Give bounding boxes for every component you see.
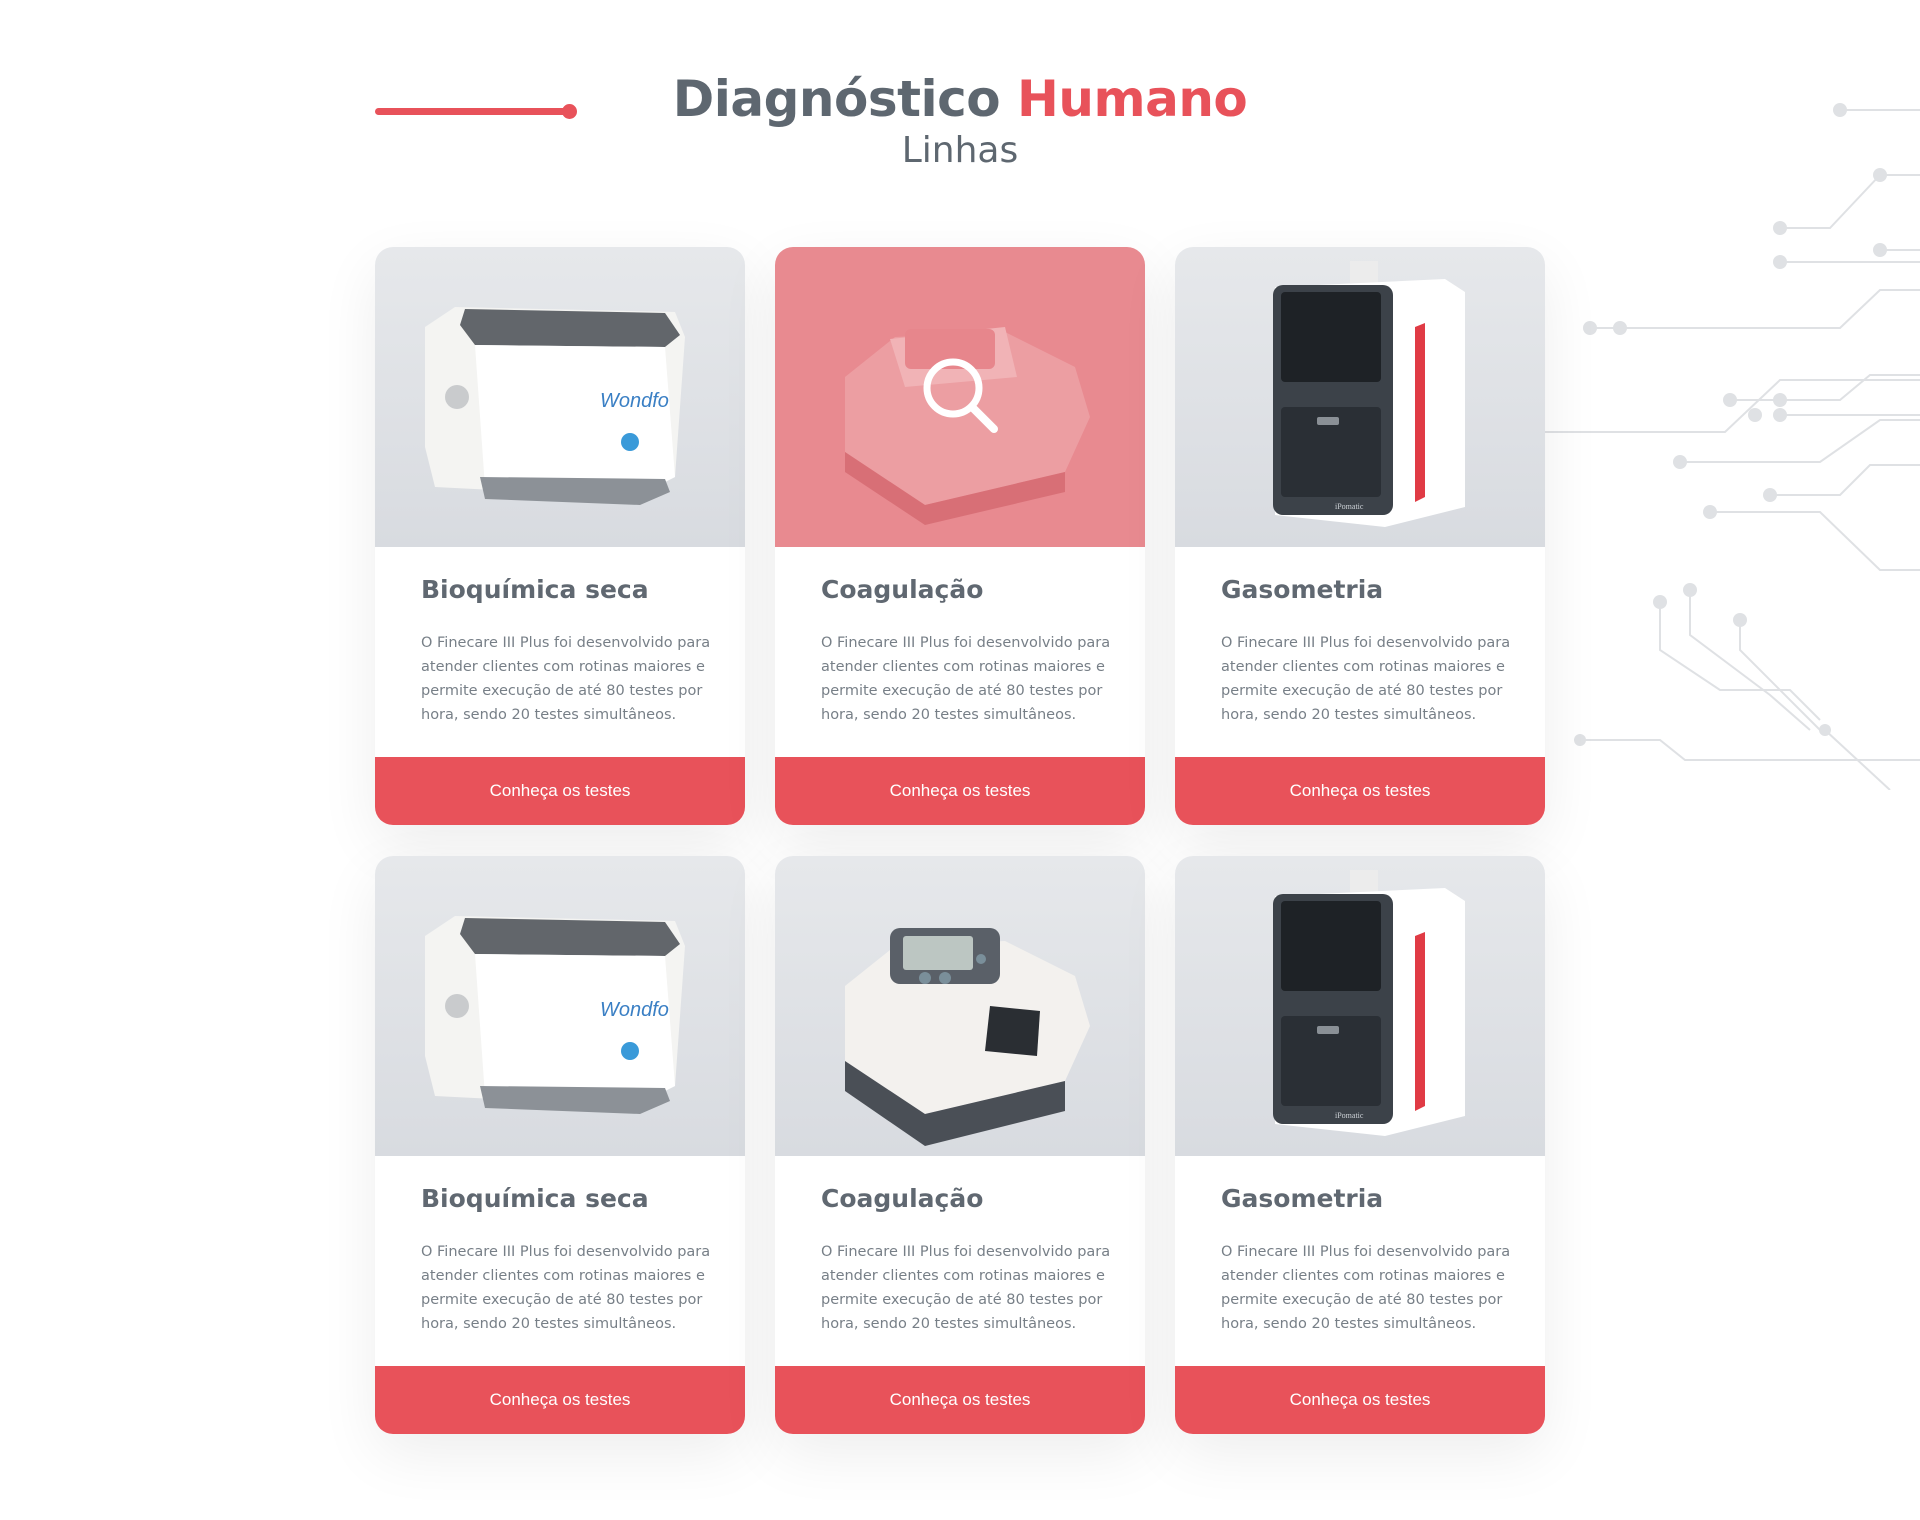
product-description: O Finecare III Plus foi desenvolvido par…: [821, 635, 1111, 723]
product-name: Coagulação: [821, 1184, 984, 1213]
product-card[interactable]: iPomatic Gasometria O Finecare III Plus …: [1175, 247, 1545, 825]
product-card[interactable]: Coagulação O Finecare III Plus foi desen…: [775, 247, 1145, 825]
product-image[interactable]: [775, 247, 1145, 547]
product-image[interactable]: [775, 856, 1145, 1156]
brand-logo: Wondfo: [600, 999, 669, 1021]
wondfo-analyzer-illustration: Wondfo: [425, 307, 685, 505]
product-card[interactable]: Wondfo Bioquímica seca O Finecare III Pl…: [375, 856, 745, 1434]
learn-tests-button[interactable]: Conheça os testes: [775, 757, 1145, 825]
product-card[interactable]: Wondfo Bioquímica seca O Finecare III Pl…: [375, 247, 745, 825]
product-description: O Finecare III Plus foi desenvolvido par…: [421, 635, 711, 723]
product-name: Gasometria: [1221, 1184, 1384, 1213]
ipomatic-analyzer-illustration: iPomatic: [1273, 870, 1465, 1136]
product-card[interactable]: iPomatic Gasometria O Finecare III Plus …: [1175, 856, 1545, 1434]
learn-tests-button[interactable]: Conheça os testes: [375, 757, 745, 825]
wondfo-analyzer-illustration: Wondfo: [425, 916, 685, 1114]
learn-tests-button[interactable]: Conheça os testes: [1175, 757, 1545, 825]
product-name: Gasometria: [1221, 575, 1384, 604]
product-description: O Finecare III Plus foi desenvolvido par…: [421, 1244, 711, 1332]
title-main: Diagnóstico: [672, 70, 1001, 128]
brand-logo: Wondfo: [600, 390, 669, 412]
product-description: O Finecare III Plus foi desenvolvido par…: [1221, 635, 1511, 723]
product-grid: Wondfo Bioquímica seca O Finecare III Pl…: [375, 247, 1545, 1435]
product-name: Bioquímica seca: [421, 575, 649, 604]
learn-tests-button[interactable]: Conheça os testes: [375, 1366, 745, 1434]
learn-tests-button[interactable]: Conheça os testes: [1175, 1366, 1545, 1434]
brand-logo: iPomatic: [1335, 502, 1364, 511]
ipomatic-analyzer-illustration: iPomatic: [1273, 261, 1465, 527]
coagulation-device-illustration: [845, 928, 1090, 1146]
product-card[interactable]: Coagulação O Finecare III Plus foi desen…: [775, 856, 1145, 1434]
circuit-decoration: [1540, 103, 1920, 790]
product-image[interactable]: Wondfo: [375, 247, 745, 547]
search-icon[interactable]: [920, 355, 1000, 435]
product-name: Coagulação: [821, 575, 984, 604]
product-description: O Finecare III Plus foi desenvolvido par…: [1221, 1244, 1511, 1332]
product-image[interactable]: iPomatic: [1175, 247, 1545, 547]
product-image[interactable]: Wondfo: [375, 856, 745, 1156]
product-image[interactable]: iPomatic: [1175, 856, 1545, 1156]
title-accent: Humano: [1017, 70, 1248, 128]
product-description: O Finecare III Plus foi desenvolvido par…: [821, 1244, 1111, 1332]
product-name: Bioquímica seca: [421, 1184, 649, 1213]
learn-tests-button[interactable]: Conheça os testes: [775, 1366, 1145, 1434]
brand-logo: iPomatic: [1335, 1111, 1364, 1120]
